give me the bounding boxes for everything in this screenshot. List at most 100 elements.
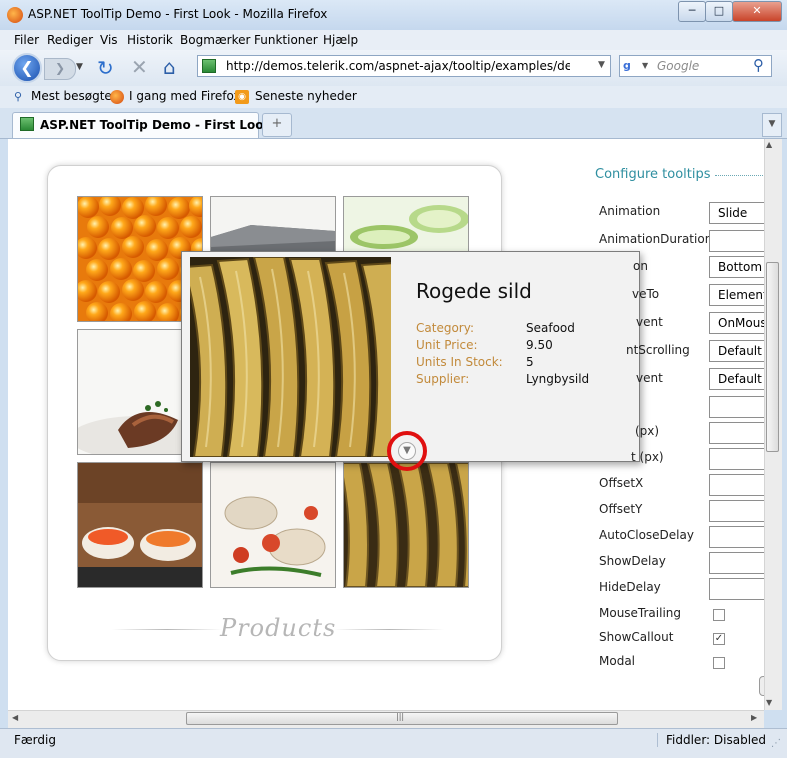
caption-divider-left — [112, 629, 222, 630]
cfg-label-offset-y: OffsetY — [599, 502, 643, 516]
cfg-input-offset-y[interactable] — [709, 500, 765, 522]
cfg-checkbox-modal[interactable] — [713, 657, 725, 669]
cfg-input-auto-close-delay[interactable] — [709, 526, 765, 548]
new-tab-button[interactable]: + — [262, 113, 292, 137]
cfg-select-relative-to[interactable]: Element — [709, 284, 765, 306]
history-dropdown-icon[interactable]: ▼ — [76, 62, 83, 72]
resize-grip-icon[interactable]: ⋰ — [771, 738, 781, 749]
window-title: ASP.NET ToolTip Demo - First Look - Mozi… — [28, 7, 328, 21]
cfg-label-show-delay: ShowDelay — [599, 554, 666, 568]
back-button[interactable]: ❮ — [12, 53, 42, 83]
product-tile-sushi[interactable] — [77, 462, 203, 588]
tooltip-supplier-value: Lyngbysild — [526, 372, 590, 386]
tooltip-title: Rogede sild — [416, 279, 532, 303]
cfg-input-title[interactable] — [709, 396, 765, 418]
cfg-label-show-event: vent — [636, 315, 663, 329]
tab-list-button[interactable]: ▼ — [762, 113, 782, 137]
search-icon[interactable]: ⚲ — [753, 56, 764, 74]
chevron-down-icon: ▼ — [768, 119, 776, 129]
search-engine-dropdown-icon[interactable]: ▼ — [642, 61, 648, 70]
cfg-label-relative-to: veTo — [632, 287, 660, 301]
menu-bookmarks[interactable]: Bogmærker — [180, 33, 250, 47]
cfg-label-hide-event: vent — [636, 371, 663, 385]
herring-image — [344, 463, 468, 587]
google-engine-icon[interactable]: g — [623, 59, 639, 73]
stop-icon[interactable]: ✕ — [131, 55, 148, 79]
cfg-label-mouse-trailing: MouseTrailing — [599, 606, 682, 620]
menu-edit[interactable]: Rediger — [47, 33, 93, 47]
home-icon[interactable]: ⌂ — [163, 55, 176, 79]
cfg-label-auto-close-delay: AutoCloseDelay — [599, 528, 694, 542]
caption-divider-right — [334, 629, 444, 630]
forward-button[interactable]: ❯ — [44, 58, 76, 80]
fiddler-status[interactable]: Fiddler: Disabled — [657, 733, 766, 747]
scroll-up-icon[interactable]: ▲ — [766, 140, 772, 149]
sushi-image — [78, 463, 202, 587]
cfg-checkbox-mouse-trailing[interactable] — [713, 609, 725, 621]
search-input[interactable]: Google — [657, 59, 699, 73]
config-title-divider — [715, 175, 765, 176]
cfg-label-height: t (px) — [631, 450, 664, 464]
cfg-input-offset-x[interactable] — [709, 474, 765, 496]
clams-image — [211, 463, 335, 587]
scroll-down-icon[interactable]: ▼ — [766, 698, 772, 707]
cfg-select-show-event[interactable]: OnMous — [709, 312, 765, 334]
rss-feed-icon: ◉ — [235, 90, 249, 104]
tooltip-stock-value: 5 — [526, 355, 534, 369]
site-favicon-icon — [202, 59, 216, 73]
menu-bar — [0, 30, 787, 50]
url-input[interactable]: http://demos.telerik.com/aspnet-ajax/too… — [226, 59, 570, 73]
config-title: Configure tooltips — [595, 167, 711, 182]
menu-help[interactable]: Hjælp — [323, 33, 358, 47]
firefox-logo-icon — [7, 7, 23, 23]
vertical-scroll-thumb[interactable] — [766, 262, 779, 452]
cfg-input-height[interactable] — [709, 448, 765, 470]
cfg-label-position: on — [633, 259, 648, 273]
cfg-input-show-delay[interactable] — [709, 552, 765, 574]
scroll-right-icon[interactable]: ▶ — [751, 713, 757, 722]
tooltip-category-value: Seafood — [526, 321, 575, 335]
cfg-label-offset-x: OffsetX — [599, 476, 644, 490]
product-tile-herring[interactable] — [343, 462, 469, 588]
tooltip-stock-label: Units In Stock: — [416, 355, 503, 369]
menu-file[interactable]: Filer — [14, 33, 39, 47]
cfg-label-width: (px) — [635, 424, 660, 438]
product-tile-clams[interactable] — [210, 462, 336, 588]
smart-bookmark-icon: ⚲ — [13, 90, 23, 103]
tooltip-category-label: Category: — [416, 321, 474, 335]
cfg-label-content-scrolling: ntScrolling — [626, 343, 690, 357]
scroll-grip-icon: ||| — [396, 712, 405, 721]
scroll-left-icon[interactable]: ◀ — [12, 713, 18, 722]
firefox-bookmark-icon — [110, 90, 124, 104]
bookmark-latest-headlines[interactable]: Seneste nyheder — [255, 89, 357, 103]
cfg-select-position[interactable]: Bottom — [709, 256, 765, 278]
menu-tools[interactable]: Funktioner — [254, 33, 318, 47]
menu-view[interactable]: Vis — [100, 33, 118, 47]
cfg-select-animation[interactable]: Slide — [709, 202, 765, 224]
tab-label: ASP.NET ToolTip Demo - First Look — [40, 118, 272, 132]
cfg-input-width[interactable] — [709, 422, 765, 444]
reload-icon[interactable]: ↻ — [97, 56, 114, 80]
maximize-button[interactable]: □ — [705, 1, 733, 22]
close-window-button[interactable]: ✕ — [732, 1, 782, 22]
bookmark-most-visited[interactable]: Mest besøgte — [31, 89, 112, 103]
cfg-checkbox-show-callout[interactable]: ✓ — [713, 633, 725, 645]
tab-favicon-icon — [20, 117, 34, 131]
cfg-label-animation: Animation — [599, 204, 661, 218]
cfg-input-animation-duration[interactable] — [709, 230, 765, 252]
minimize-button[interactable]: ─ — [678, 1, 706, 22]
menu-history[interactable]: Historik — [127, 33, 173, 47]
cfg-label-animation-duration: AnimationDuration — [599, 232, 713, 246]
cfg-input-hide-delay[interactable] — [709, 578, 765, 600]
cfg-select-content-scrolling[interactable]: Default — [709, 340, 765, 362]
bookmark-getting-started[interactable]: I gang med Firefox — [129, 89, 241, 103]
products-caption: Products — [220, 614, 337, 642]
smoked-herring-image — [190, 257, 391, 457]
cfg-select-hide-event[interactable]: Default — [709, 368, 765, 390]
checkmark-icon: ✓ — [714, 633, 724, 644]
tooltip-price-value: 9.50 — [526, 338, 553, 352]
cfg-label-hide-delay: HideDelay — [599, 580, 661, 594]
arrow-left-icon: ❮ — [20, 58, 34, 77]
arrow-right-icon: ❯ — [54, 61, 66, 75]
url-dropdown-icon[interactable]: ▼ — [598, 60, 605, 70]
